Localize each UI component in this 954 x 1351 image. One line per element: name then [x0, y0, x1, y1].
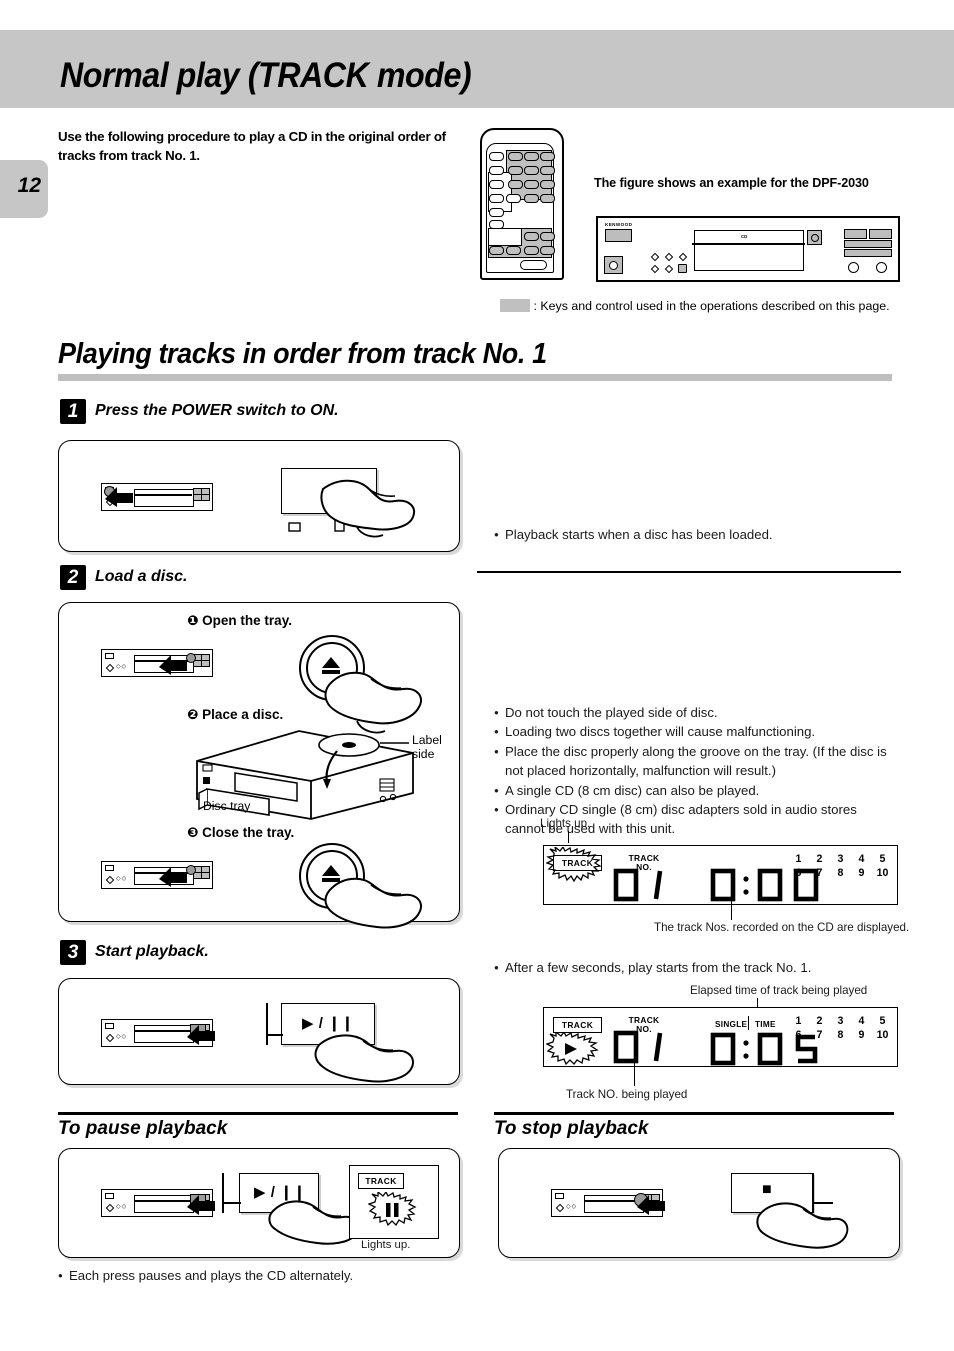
deck-tray — [694, 245, 804, 271]
step-3-panel: ◇◇ ▶ / ❙❙ — [58, 978, 460, 1085]
step-1-notes: Playback starts when a disc has been loa… — [494, 525, 904, 544]
hand-pressing-eject-icon — [321, 661, 429, 737]
note-item: After a few seconds, play starts from th… — [494, 958, 904, 977]
pointer-arrow-icon — [159, 655, 187, 675]
step2-sub-place-disc: ❷ Place a disc. — [187, 707, 284, 722]
pointer-arrow-icon — [105, 487, 133, 507]
step-3-notes: After a few seconds, play starts from th… — [494, 958, 904, 977]
hand-pressing-stop-icon — [755, 1197, 855, 1251]
display1-track-grid: 12345 6 7 8 9 10 — [795, 853, 889, 880]
deck-brand: KENWOOD — [605, 222, 633, 227]
display2-top-caption: Elapsed time of track being played — [690, 984, 868, 997]
pause-section-rule — [58, 1112, 458, 1115]
cd-player-figure: KENWOOD CD — [596, 216, 900, 282]
step-2-panel: ❶ Open the tray. ◇◇ ❷ Place a disc. Labe… — [58, 602, 460, 929]
intro-paragraph: Use the following procedure to play a CD… — [58, 129, 446, 163]
display2-time-label: TIME — [755, 1020, 776, 1029]
step-3-title: Start playback. — [95, 943, 209, 960]
display2-track-grid: 12345 6 7 8 9 10 — [795, 1015, 889, 1042]
display1-lights-up-label: Lights up. — [540, 817, 591, 830]
divider — [477, 571, 901, 573]
display2-track-badge: TRACK — [553, 1017, 602, 1033]
pointer-arrow-icon — [187, 1195, 215, 1215]
step-1-title: Press the POWER switch to ON. — [95, 402, 339, 419]
manual-page: Normal play (TRACK mode) 12 Use the foll… — [0, 0, 954, 1351]
deck-knob — [604, 256, 623, 274]
hand-pressing-eject-icon-2 — [321, 869, 429, 935]
note-item: Place the disc properly along the groove… — [494, 742, 898, 781]
pause-section-title: To pause playback — [58, 1118, 228, 1139]
pointer-arrow-icon — [637, 1195, 665, 1215]
play-starburst-icon — [546, 1032, 599, 1066]
legend-swatch — [500, 299, 530, 312]
stop-panel: ◇◇ ■ — [498, 1148, 900, 1258]
pause-indicator-display: TRACK — [349, 1165, 439, 1239]
pause-display-badge: TRACK — [358, 1173, 404, 1189]
step-1-number: 1 — [60, 399, 86, 424]
display1-caption: The track Nos. recorded on the CD are di… — [654, 921, 910, 934]
display1-track-number: 01 — [612, 868, 680, 907]
step-1-panel: ◇◇ — [58, 440, 460, 552]
deck-eject-button — [807, 230, 822, 245]
note-item: Loading two discs together will cause ma… — [494, 722, 898, 741]
pointer-arrow-icon — [187, 1025, 215, 1045]
page-number: 12 — [17, 174, 41, 197]
note-item: Each press pauses and plays the CD alter… — [58, 1266, 468, 1285]
legend-row: : Keys and control used in the operation… — [500, 299, 920, 313]
legend-text: : Keys and control used in the operation… — [533, 299, 890, 313]
pause-lights-up-label: Lights up. — [361, 1239, 411, 1251]
page-title: Normal play (TRACK mode) — [60, 56, 472, 95]
section-rule — [58, 374, 892, 381]
pause-starburst-icon — [368, 1192, 417, 1227]
step-2-number: 2 — [60, 565, 86, 590]
note-item: Do not touch the played side of disc. — [494, 703, 898, 722]
disc-tray-callout: Disc tray — [203, 799, 251, 813]
display2-single-label: SINGLE — [715, 1020, 748, 1029]
label-side-callout: Label side — [412, 733, 442, 761]
remote-control-figure — [480, 128, 564, 280]
pause-panel: ◇◇ ▶ / ❙❙ TRACK Lights up. — [58, 1148, 460, 1258]
hand-pressing-power-icon — [317, 469, 427, 541]
hand-pressing-play-icon — [313, 1027, 423, 1085]
display-panel-2: TRACK TRACK NO. 01 SINGLE TIME — [543, 1007, 898, 1067]
key-frame-lines — [266, 1003, 283, 1045]
pause-notes: Each press pauses and plays the CD alter… — [58, 1266, 468, 1285]
display2-track-number: 01 — [612, 1030, 680, 1069]
key-frame-lines — [222, 1173, 241, 1213]
deck-small-controls — [650, 252, 692, 274]
section-title: Playing tracks in order from track No. 1 — [58, 338, 547, 370]
page-number-tab: 12 — [0, 160, 48, 218]
stop-section-rule — [494, 1112, 894, 1115]
step-3-number: 3 — [60, 940, 86, 965]
display2-bottom-caption: Track NO. being played — [566, 1088, 688, 1101]
note-item: A single CD (8 cm disc) can also be play… — [494, 781, 898, 800]
deck-power-button — [605, 229, 632, 242]
display1-track-badge: TRACK — [553, 855, 602, 871]
step2-sub-open-tray: ❶ Open the tray. — [187, 613, 292, 628]
deck-button-cluster — [844, 229, 892, 257]
note-item: Playback starts when a disc has been loa… — [494, 525, 904, 544]
step2-sub-close-tray: ❸ Close the tray. — [187, 825, 295, 840]
deck-display-text: CD — [741, 234, 748, 239]
figure-note: The figure shows an example for the DPF-… — [594, 176, 869, 190]
step-2-title: Load a disc. — [95, 568, 188, 585]
pointer-arrow-icon — [159, 867, 187, 887]
stop-section-title: To stop playback — [494, 1118, 649, 1139]
display-panel-1: TRACK TRACK NO. 01 — [543, 845, 898, 905]
